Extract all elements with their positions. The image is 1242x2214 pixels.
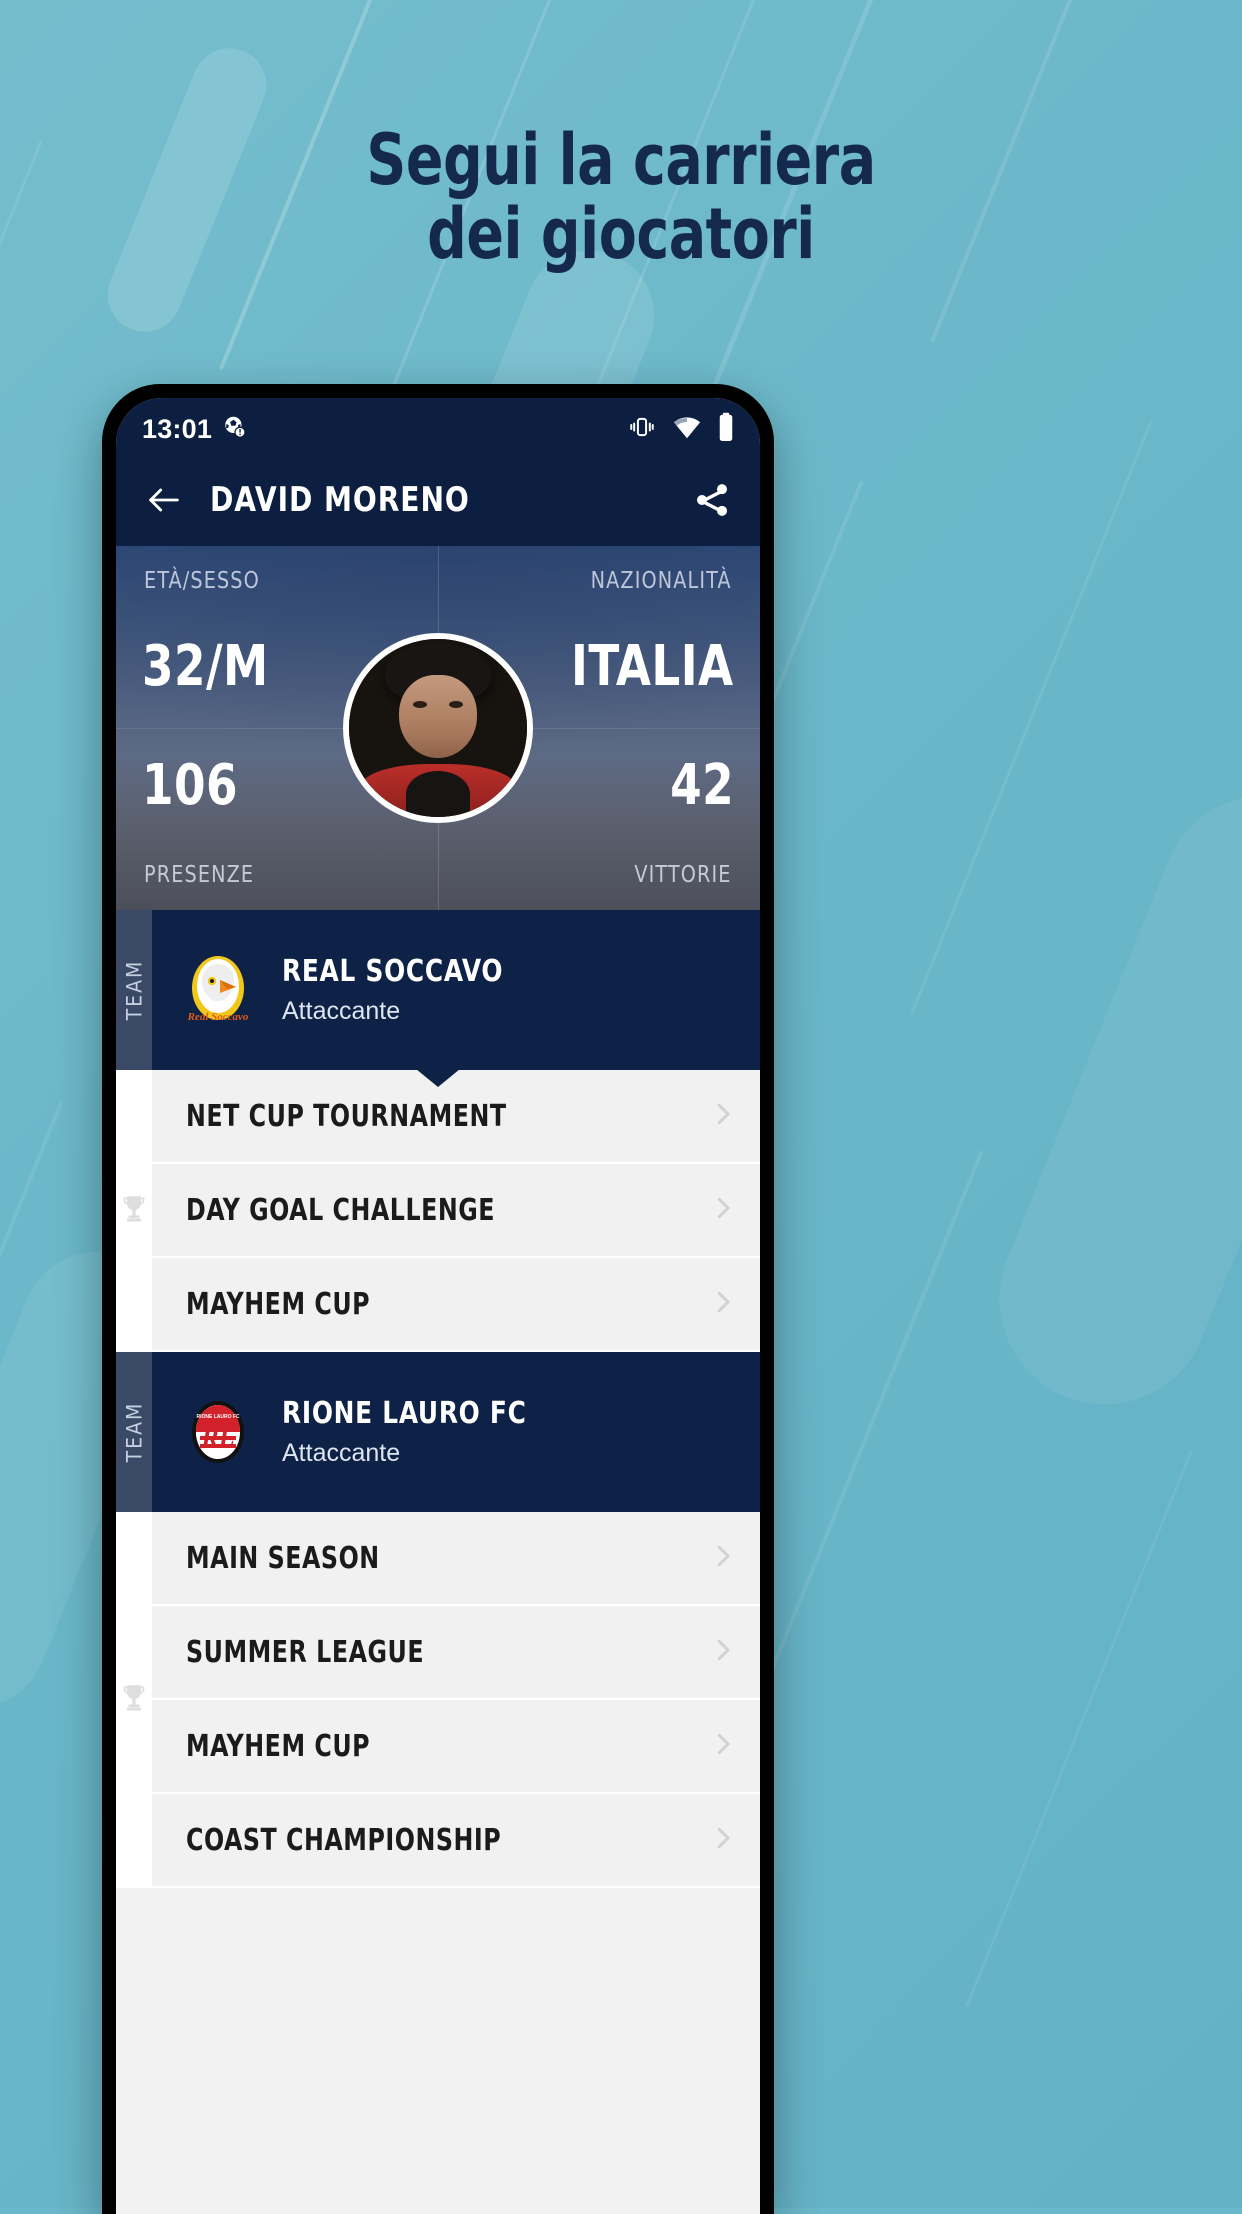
tournament-block: MAIN SEASON SUMMER LEAGUE MAYHEM CUP COA… (116, 1512, 760, 1888)
team-side-label-text: TEAM (122, 1401, 147, 1463)
appearances-value: 106 (142, 753, 239, 818)
share-icon[interactable] (692, 480, 732, 520)
arrow-left-icon[interactable] (144, 480, 184, 520)
avatar (343, 633, 533, 823)
headline-line-1: Segui la carriera (366, 119, 876, 201)
trophy-gutter (116, 1070, 152, 1352)
chevron-right-icon (708, 1193, 738, 1228)
list-item[interactable]: MAYHEM CUP (152, 1700, 760, 1794)
chevron-right-icon (708, 1635, 738, 1670)
team-role: Attaccante (282, 1439, 401, 1467)
wins-label: VITTORIE (634, 862, 732, 888)
list-item[interactable]: SUMMER LEAGUE (152, 1606, 760, 1700)
team-card[interactable]: TEAM RIONE LAURO FC RL RIONE LAURO FC At… (116, 1352, 760, 1512)
nationality-value: ITALIA (571, 634, 734, 699)
promo-headline: Segui la carriera dei giocatori (75, 119, 1168, 275)
avatar-face (398, 674, 478, 759)
svg-text:Real Soccavo: Real Soccavo (187, 1011, 249, 1023)
appearances-label: PRESENZE (144, 862, 255, 888)
tournament-name: SUMMER LEAGUE (186, 1634, 425, 1670)
chevron-right-icon (708, 1287, 738, 1322)
vibrate-icon (628, 413, 656, 446)
trophy-icon (120, 1683, 148, 1718)
app-bar: DAVID MORENO (116, 454, 760, 546)
nationality-label: NAZIONALITÀ (590, 568, 732, 594)
rione-lauro-rl-crest-icon: RIONE LAURO FC RL (178, 1392, 258, 1472)
team-card-notch (416, 1069, 460, 1087)
tournament-name: DAY GOAL CHALLENGE (186, 1192, 496, 1228)
svg-text:RL: RL (200, 1423, 234, 1452)
trophy-gutter (116, 1512, 152, 1888)
tournament-name: COAST CHAMPIONSHIP (186, 1822, 502, 1858)
tournament-name: MAYHEM CUP (186, 1286, 371, 1322)
list-item[interactable]: DAY GOAL CHALLENGE (152, 1164, 760, 1258)
list-item[interactable]: MAIN SEASON (152, 1512, 760, 1606)
tournament-block: NET CUP TOURNAMENT DAY GOAL CHALLENGE MA… (116, 1070, 760, 1352)
bg-streak (0, 140, 43, 624)
player-stats-hero: ETÀ/SESSO 32/M NAZIONALITÀ ITALIA 106 PR… (116, 546, 760, 910)
wifi-icon (672, 414, 702, 445)
team-side-label: TEAM (116, 1352, 152, 1512)
soccer-ball-alert-icon (222, 414, 248, 445)
phone-mockup: 13:01 DAVID MORENO ETÀ/SESSO 32/M NAZION… (102, 384, 774, 2214)
status-bar: 13:01 (116, 398, 760, 454)
svg-text:RIONE LAURO FC: RIONE LAURO FC (196, 1414, 239, 1420)
headline-line-2: dei giocatori (427, 192, 815, 275)
age-sex-value: 32/M (142, 634, 269, 699)
team-name: REAL SOCCAVO (282, 954, 504, 989)
bg-blob (967, 763, 1242, 1437)
wins-value: 42 (670, 753, 734, 818)
page-title: DAVID MORENO (210, 480, 470, 520)
chevron-right-icon (708, 1099, 738, 1134)
team-side-label-text: TEAM (122, 959, 147, 1021)
tournament-list: MAIN SEASON SUMMER LEAGUE MAYHEM CUP COA… (152, 1512, 760, 1888)
tournament-list: NET CUP TOURNAMENT DAY GOAL CHALLENGE MA… (152, 1070, 760, 1352)
tournament-name: NET CUP TOURNAMENT (186, 1098, 507, 1134)
list-item[interactable]: COAST CHAMPIONSHIP (152, 1794, 760, 1888)
age-sex-label: ETÀ/SESSO (144, 568, 260, 594)
team-role: Attaccante (282, 997, 401, 1025)
bg-streak (965, 1450, 1193, 2008)
phone-screen: 13:01 DAVID MORENO ETÀ/SESSO 32/M NAZION… (116, 398, 760, 2214)
trophy-icon (120, 1194, 148, 1229)
tournament-name: MAYHEM CUP (186, 1728, 371, 1764)
list-item[interactable]: MAYHEM CUP (152, 1258, 760, 1352)
team-side-label: TEAM (116, 910, 152, 1070)
real-soccavo-eagle-crest-icon: Real Soccavo (178, 950, 258, 1030)
team-card[interactable]: TEAM Real Soccavo REAL SOCCAVO Attaccant… (116, 910, 760, 1087)
bg-streak (910, 420, 1153, 1015)
team-name: RIONE LAURO FC (282, 1396, 527, 1431)
chevron-right-icon (708, 1541, 738, 1576)
chevron-right-icon (708, 1729, 738, 1764)
chevron-right-icon (708, 1823, 738, 1858)
status-bar-clock: 13:01 (142, 413, 213, 444)
tournament-name: MAIN SEASON (186, 1540, 380, 1576)
battery-full-icon (718, 412, 734, 447)
avatar-shirt-collar (405, 770, 471, 817)
